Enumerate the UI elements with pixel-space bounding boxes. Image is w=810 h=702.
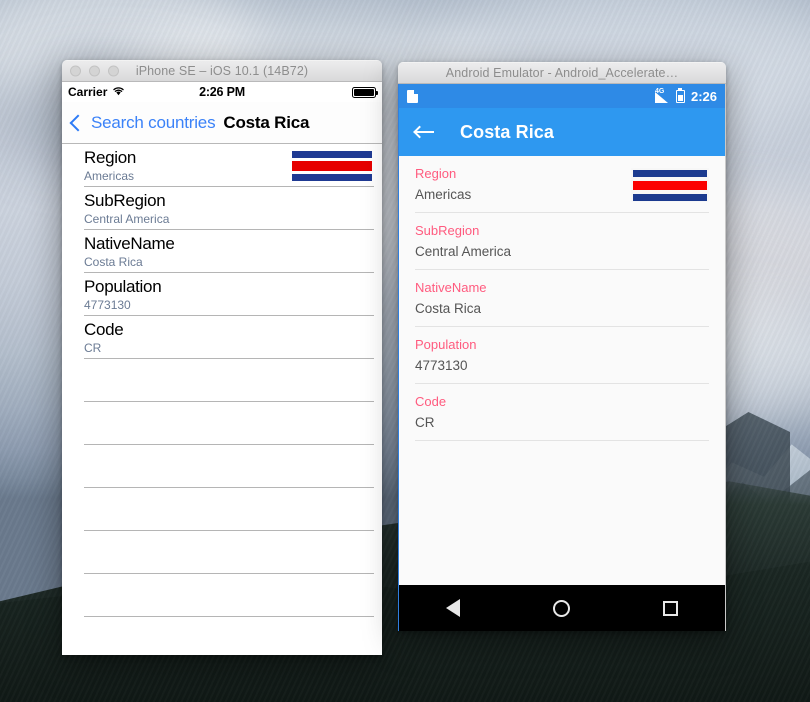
android-toolbar: Costa Rica	[399, 108, 725, 156]
costa-rica-flag	[631, 168, 709, 202]
table-row[interactable]: SubRegion Central America	[62, 187, 382, 230]
table-row[interactable]: NativeName Costa Rica	[62, 230, 382, 273]
ios-back-button[interactable]: Search countries	[68, 112, 216, 133]
ios-clock: 2:26 PM	[199, 85, 245, 99]
ios-navigation-bar: Search countries Costa Rica	[62, 102, 382, 144]
ios-device-screen: Carrier 2:26 PM Search countries Costa R…	[62, 82, 382, 655]
ios-status-bar: Carrier 2:26 PM	[62, 82, 382, 102]
desktop-background: iPhone SE – iOS 10.1 (14B72) Carrier 2:2…	[0, 0, 810, 702]
nav-home-button[interactable]	[532, 585, 592, 631]
zoom-button[interactable]	[108, 65, 119, 77]
list-item[interactable]: NativeName Costa Rica	[399, 270, 725, 327]
battery-charging-icon	[675, 89, 685, 103]
row-value: Costa Rica	[415, 301, 482, 316]
android-emulator-window[interactable]: Android Emulator - Android_Accelerate… 4…	[398, 62, 726, 631]
row-label: SubRegion	[84, 191, 166, 210]
close-button[interactable]	[70, 65, 81, 77]
table-row[interactable]: Region Americas	[62, 144, 382, 187]
nav-recents-button[interactable]	[641, 585, 701, 631]
android-clock: 2:26	[690, 88, 717, 104]
android-detail-list: Region Americas SubRegion Central Americ…	[399, 156, 725, 441]
nav-back-button[interactable]	[423, 585, 483, 631]
table-row-empty	[62, 531, 382, 574]
table-row-empty	[62, 445, 382, 488]
signal-4g-icon: 4G	[654, 87, 670, 103]
row-label: NativeName	[84, 234, 175, 253]
sim-card-icon	[407, 89, 418, 103]
minimize-button[interactable]	[89, 65, 100, 77]
ios-simulator-window[interactable]: iPhone SE – iOS 10.1 (14B72) Carrier 2:2…	[62, 60, 382, 655]
android-window-title: Android Emulator - Android_Accelerate…	[445, 66, 679, 80]
table-row[interactable]: Code CR	[62, 316, 382, 359]
row-label: SubRegion	[415, 223, 480, 238]
chevron-left-icon	[69, 114, 87, 131]
row-value: CR	[415, 415, 435, 430]
list-item[interactable]: Region Americas	[399, 156, 725, 213]
battery-full-icon	[352, 86, 378, 98]
row-label: Population	[84, 277, 162, 296]
ios-traffic-lights	[70, 65, 119, 77]
signal-4g-label: 4G	[654, 87, 665, 95]
triangle-back-icon	[446, 599, 461, 617]
android-status-bar: 4G 2:26	[399, 84, 725, 108]
table-row-empty	[62, 359, 382, 402]
costa-rica-flag	[292, 149, 372, 182]
table-row[interactable]: Population 4773130	[62, 273, 382, 316]
list-item[interactable]: Code CR	[399, 384, 725, 441]
ios-page-title: Costa Rica	[223, 112, 310, 132]
table-row-empty	[62, 402, 382, 445]
ios-back-label: Search countries	[91, 112, 216, 132]
carrier-label: Carrier	[68, 85, 108, 99]
android-page-title: Costa Rica	[460, 121, 555, 142]
square-recents-icon	[663, 600, 679, 616]
ios-window-titlebar[interactable]: iPhone SE – iOS 10.1 (14B72)	[62, 60, 382, 82]
arrow-left-icon[interactable]	[413, 125, 434, 140]
row-value: Costa Rica	[84, 255, 143, 269]
wifi-icon	[112, 85, 125, 99]
row-value: Central America	[415, 244, 512, 259]
row-value: 4773130	[415, 358, 468, 373]
row-value: CR	[84, 341, 102, 355]
ios-detail-list: Region Americas SubRegion Central Americ…	[62, 144, 382, 617]
row-label: Population	[415, 337, 477, 352]
row-value: Central America	[84, 212, 170, 226]
list-item[interactable]: SubRegion Central America	[399, 213, 725, 270]
list-item[interactable]: Population 4773130	[399, 327, 725, 384]
circle-home-icon	[553, 599, 571, 617]
row-label: NativeName	[415, 280, 487, 295]
row-label: Code	[84, 320, 124, 339]
android-device-screen: 4G 2:26 Costa Rica Region Americas SubRe…	[398, 84, 726, 631]
table-row-empty	[62, 488, 382, 531]
table-row-empty	[62, 574, 382, 617]
row-value: 4773130	[84, 298, 131, 312]
android-window-titlebar[interactable]: Android Emulator - Android_Accelerate…	[398, 62, 726, 84]
android-navigation-bar	[399, 585, 725, 631]
row-label: Code	[415, 394, 447, 409]
